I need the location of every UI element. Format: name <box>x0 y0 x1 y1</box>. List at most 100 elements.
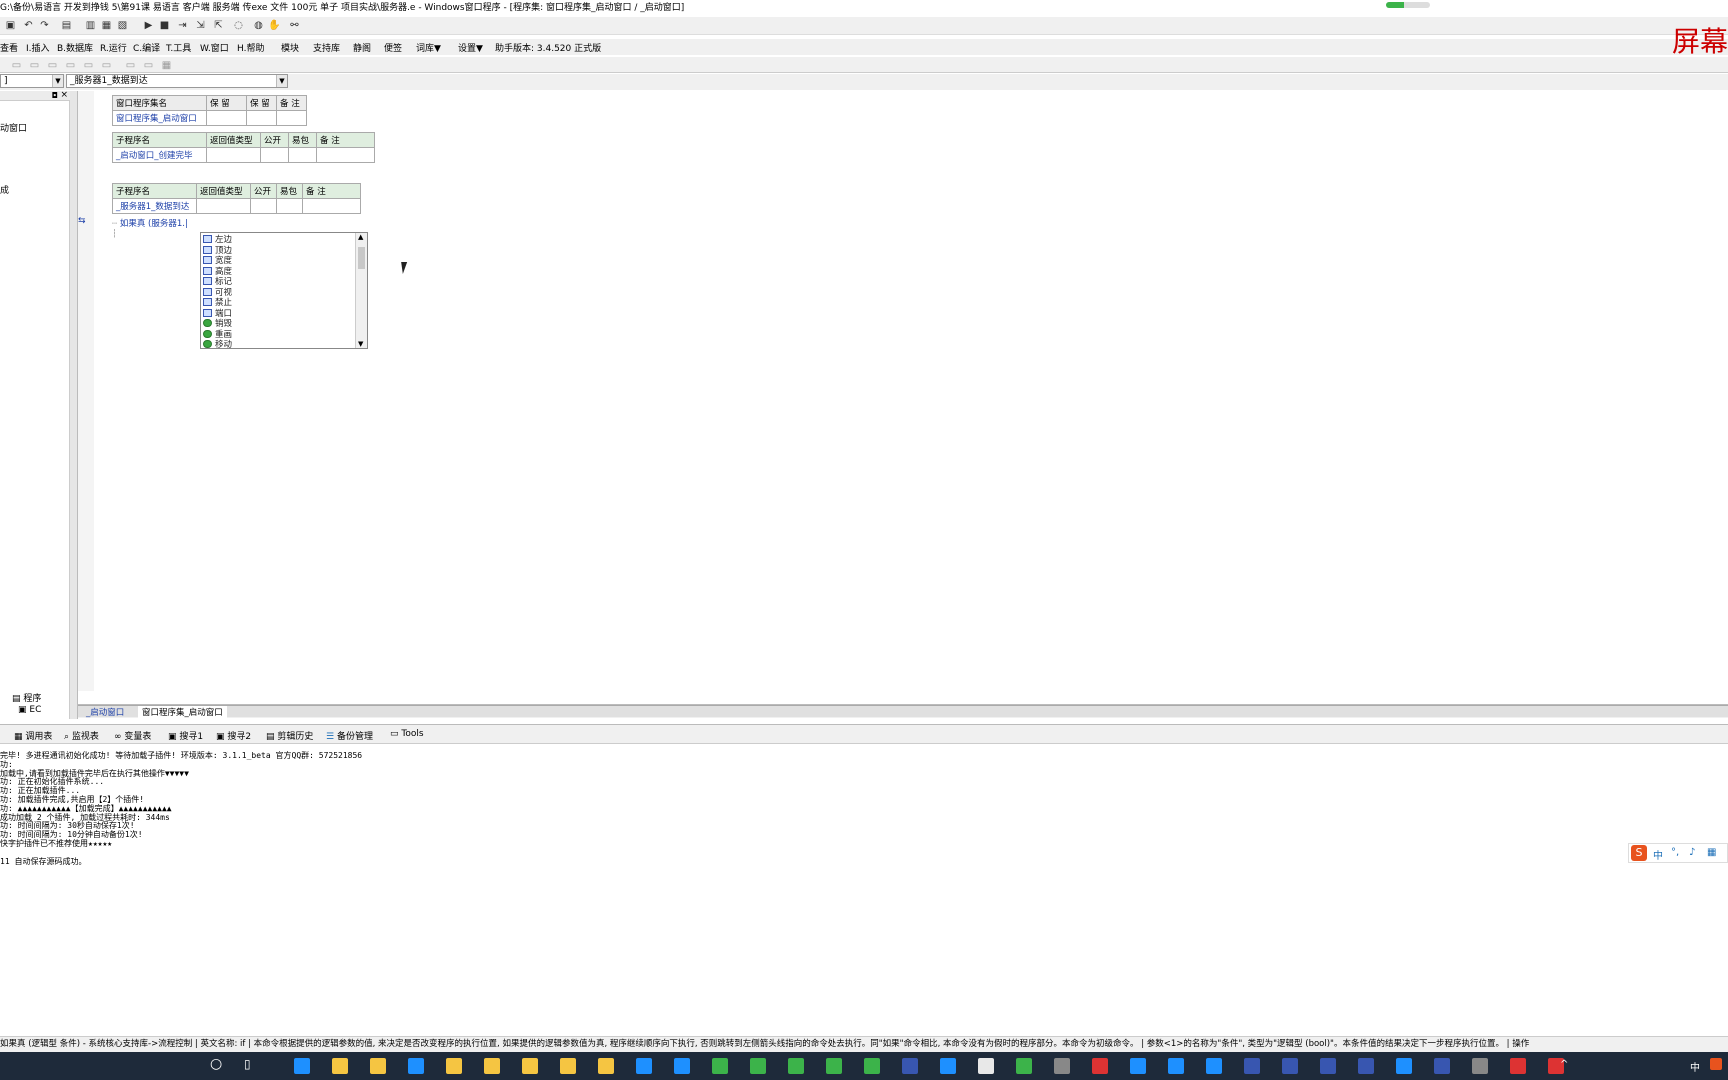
stop-icon[interactable]: ■ <box>158 19 171 32</box>
close-icon[interactable]: × <box>60 90 68 100</box>
menu-jingge[interactable]: 静阁 <box>353 41 371 54</box>
scroll-down-icon[interactable]: ▼ <box>358 340 363 348</box>
autocomplete-item[interactable]: 顶边 <box>203 245 232 257</box>
table-cell[interactable] <box>302 198 361 214</box>
subprogram-name-cell[interactable]: _服务器1_数据到达 <box>112 198 197 214</box>
table-cell[interactable] <box>260 147 289 163</box>
menu-lexicon[interactable]: 词库▼ <box>416 41 441 54</box>
paste-icon[interactable]: ▣ <box>4 19 17 32</box>
taskbar-app-icon[interactable] <box>1244 1058 1260 1074</box>
tab-startup-window[interactable]: _启动窗口 <box>86 706 124 718</box>
taskbar-app-icon[interactable] <box>332 1058 348 1074</box>
taskbar-app-icon[interactable] <box>408 1058 424 1074</box>
class-selector[interactable]: ] ▼ <box>0 74 64 88</box>
tab-variables[interactable]: ∞ 变量表 <box>114 729 151 742</box>
tab-backup[interactable]: ☰ 备份管理 <box>326 729 373 742</box>
taskbar-app-icon[interactable] <box>1054 1058 1070 1074</box>
menu-tools[interactable]: T.工具 <box>166 41 191 54</box>
ime-mode[interactable]: 中 <box>1653 847 1663 862</box>
taskbar-app-icon[interactable] <box>978 1058 994 1074</box>
panel-splitter[interactable] <box>70 91 78 719</box>
taskbar-app-icon[interactable] <box>370 1058 386 1074</box>
taskbar-app-icon[interactable] <box>636 1058 652 1074</box>
menu-libraries[interactable]: 支持库 <box>313 41 340 54</box>
code-line-text[interactable]: 如果真 (服务器1.| <box>120 219 188 229</box>
taskbar-app-icon[interactable] <box>1472 1058 1488 1074</box>
taskbar-app-icon[interactable] <box>712 1058 728 1074</box>
menu-notes[interactable]: 便签 <box>384 41 402 54</box>
taskbar-app-icon[interactable] <box>294 1058 310 1074</box>
menu-window[interactable]: W.窗口 <box>200 41 229 54</box>
taskbar-app-icon[interactable] <box>1320 1058 1336 1074</box>
tab-tools[interactable]: ▭ Tools <box>390 729 424 739</box>
run-icon[interactable]: ▶ <box>142 19 155 32</box>
menu-help[interactable]: H.帮助 <box>237 41 264 54</box>
tray-lang[interactable]: 中 <box>1690 1059 1700 1074</box>
chevron-down-icon[interactable]: ▼ <box>276 75 287 87</box>
layout-icon[interactable]: ▥ <box>84 19 97 32</box>
scroll-up-icon[interactable]: ▲ <box>358 233 363 241</box>
tab-call-table[interactable]: ▦ 调用表 <box>14 729 52 742</box>
sogou-logo-icon[interactable]: S <box>1631 845 1647 861</box>
autocomplete-item[interactable]: 重画 <box>203 329 232 341</box>
taskbar-app-icon[interactable] <box>1282 1058 1298 1074</box>
sogou-tray-icon[interactable] <box>1710 1058 1722 1070</box>
taskbar-app-icon[interactable] <box>750 1058 766 1074</box>
autocomplete-popup[interactable]: 左边 顶边 宽度 高度 标记 可视 禁止 端口 销毁 重画 移动 ▲ ▼ <box>200 232 368 349</box>
hand-icon[interactable]: ✋ <box>268 19 281 32</box>
tab-program[interactable]: ▤ 程序 <box>12 691 41 704</box>
taskbar-app-icon[interactable] <box>1092 1058 1108 1074</box>
align-left-icon[interactable]: ▭ <box>10 59 23 72</box>
taskbar-app-icon[interactable] <box>1130 1058 1146 1074</box>
tab-search1[interactable]: ▣ 搜寻1 <box>168 729 203 742</box>
menu-run[interactable]: R.运行 <box>100 41 127 54</box>
autocomplete-item[interactable]: 标记 <box>203 277 232 288</box>
taskbar-app-icon[interactable] <box>826 1058 842 1074</box>
taskbar-app-icon[interactable] <box>1396 1058 1412 1074</box>
scroll-thumb[interactable] <box>358 247 365 269</box>
task-view-icon[interactable]: ▯ <box>244 1057 251 1071</box>
autocomplete-item[interactable]: 高度 <box>203 266 232 278</box>
output-console[interactable]: 完毕! 多进程通讯初始化成功! 等待加载子插件! 环境版本: 3.1.1_bet… <box>0 746 1728 1036</box>
taskbar-app-icon[interactable] <box>902 1058 918 1074</box>
taskbar-app-icon[interactable] <box>1168 1058 1184 1074</box>
table-cell[interactable] <box>206 147 261 163</box>
tab-search2[interactable]: ▣ 搜寻2 <box>216 729 251 742</box>
assembly-name-cell[interactable]: 窗口程序集_启动窗口 <box>112 110 207 126</box>
tab-window-assembly[interactable]: 窗口程序集_启动窗口 <box>138 706 227 718</box>
menu-database[interactable]: B.数据库 <box>57 41 93 54</box>
taskbar-app-icon[interactable] <box>1206 1058 1222 1074</box>
autocomplete-item[interactable]: 销毁 <box>203 319 232 330</box>
align-center-icon[interactable]: ▭ <box>28 59 41 72</box>
taskbar-app-icon[interactable] <box>1358 1058 1374 1074</box>
taskbar-app-icon[interactable] <box>674 1058 690 1074</box>
menu-compile[interactable]: C.编译 <box>133 41 160 54</box>
same-size-icon[interactable]: ▭ <box>142 59 155 72</box>
taskbar-app-icon[interactable] <box>864 1058 880 1074</box>
undo-icon[interactable]: ↶ <box>22 19 35 32</box>
taskbar-app-icon[interactable] <box>598 1058 614 1074</box>
table-cell[interactable] <box>250 198 277 214</box>
taskbar-app-icon[interactable] <box>788 1058 804 1074</box>
tab-clip-history[interactable]: ▤ 剪辑历史 <box>266 729 313 742</box>
taskbar-app-icon[interactable] <box>1434 1058 1450 1074</box>
table-cell[interactable] <box>246 110 277 126</box>
code-line-if[interactable]: ┈ 如果真 (服务器1.| <box>112 217 188 229</box>
autocomplete-item[interactable]: 左边 <box>203 235 232 246</box>
popup-scrollbar[interactable]: ▲ ▼ <box>355 233 367 348</box>
table-cell[interactable] <box>276 198 303 214</box>
tab-ec[interactable]: ▣ EC <box>18 705 41 715</box>
table-cell[interactable] <box>288 147 317 163</box>
tree-item-startup-window[interactable]: 动窗口 <box>0 121 27 134</box>
taskbar-app-icon[interactable] <box>484 1058 500 1074</box>
menu-settings[interactable]: 设置▼ <box>458 41 483 54</box>
step-out-icon[interactable]: ⇱ <box>212 19 225 32</box>
subprogram-name-cell[interactable]: _启动窗口_创建完毕 <box>112 147 207 163</box>
layout3-icon[interactable]: ▧ <box>116 19 129 32</box>
layout2-icon[interactable]: ▦ <box>100 19 113 32</box>
tab-watch[interactable]: ⌕ 监视表 <box>64 729 99 742</box>
table-cell[interactable] <box>276 110 307 126</box>
tree-item-done[interactable]: 成 <box>0 183 9 196</box>
redo-icon[interactable]: ↷ <box>38 19 51 32</box>
table-cell[interactable] <box>316 147 375 163</box>
